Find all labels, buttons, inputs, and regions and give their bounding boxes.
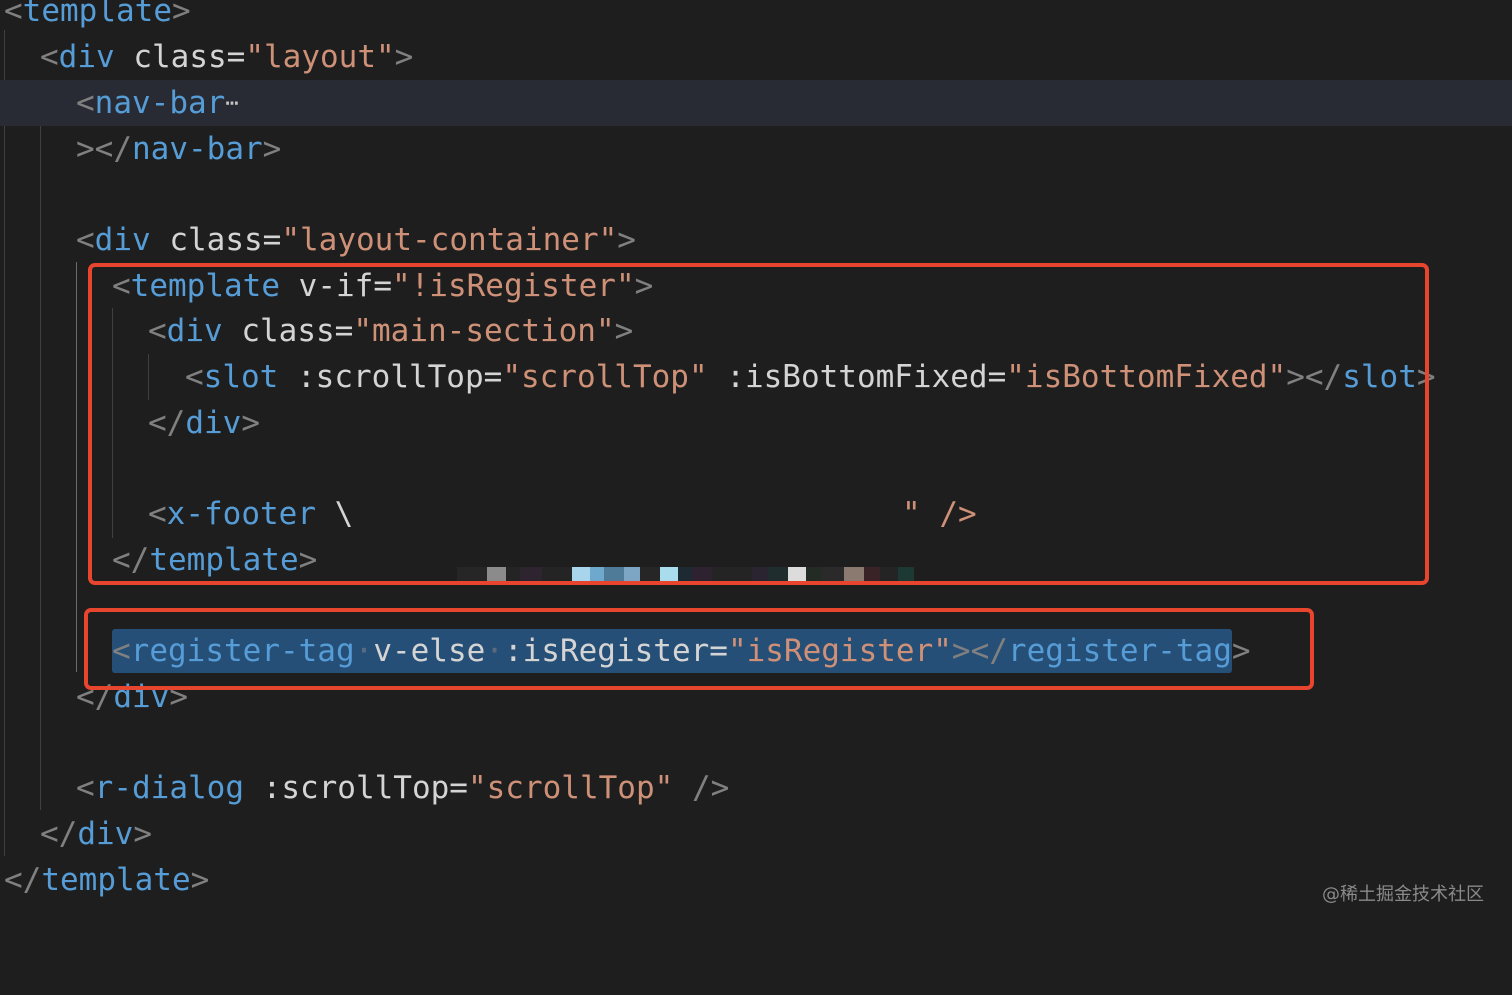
tag-name: template: [41, 862, 191, 898]
tag-bracket: </: [4, 862, 42, 898]
code-line[interactable]: <template>: [0, 0, 1512, 34]
attribute-name: :scrollTop: [262, 770, 450, 806]
code-line[interactable]: <div class="layout">: [0, 34, 1512, 80]
tag-bracket: >: [394, 39, 414, 75]
tag-bracket: <: [4, 0, 23, 29]
attribute-value: "layout-container": [281, 222, 618, 258]
tag-bracket: >: [262, 131, 282, 167]
tag-bracket: </: [40, 816, 78, 852]
tag-bracket: <: [76, 222, 95, 258]
code-editor[interactable]: <template> <div class="layout"> <nav-bar…: [0, 0, 1512, 931]
code-line[interactable]: </div>: [0, 811, 1512, 857]
tag-bracket: >: [190, 862, 210, 898]
tag-bracket: ></: [76, 131, 132, 167]
code-line[interactable]: <r-dialog :scrollTop="scrollTop" />: [0, 765, 1512, 811]
tag-name: nav-bar: [94, 85, 226, 121]
attribute-name: class: [169, 222, 263, 258]
equals-sign: =: [449, 770, 468, 806]
attribute-value: "layout": [245, 39, 395, 75]
fold-ellipsis-icon[interactable]: ⋯: [225, 91, 238, 116]
tag-bracket: >: [133, 816, 152, 852]
equals-sign: =: [262, 222, 282, 258]
watermark: @稀土掘金技术社区: [1322, 884, 1484, 905]
tag-name: template: [22, 0, 172, 29]
tag-bracket: <: [40, 39, 59, 75]
code-line[interactable]: ></nav-bar>: [0, 126, 1512, 172]
tag-bracket: >: [171, 0, 191, 29]
tag-bracket: <: [76, 85, 95, 121]
tag-name: r-dialog: [94, 770, 244, 806]
code-line-current[interactable]: <nav-bar⋯: [0, 80, 1512, 126]
tag-bracket: <: [76, 770, 95, 806]
attribute-value: "scrollTop": [467, 770, 674, 806]
tag-name: div: [77, 816, 134, 852]
tag-name: nav-bar: [132, 131, 263, 167]
equals-sign: =: [226, 39, 246, 75]
tag-bracket: >: [617, 222, 636, 258]
tag-name: div: [58, 39, 115, 75]
tag-bracket: />: [673, 770, 730, 806]
code-line[interactable]: </template>: [0, 857, 1512, 903]
highlight-box-register-tag: [84, 608, 1314, 690]
attribute-name: class: [133, 39, 227, 75]
code-line[interactable]: <div class="layout-container">: [0, 217, 1512, 263]
highlight-box-template-block: [88, 263, 1429, 585]
tag-name: div: [94, 222, 151, 258]
